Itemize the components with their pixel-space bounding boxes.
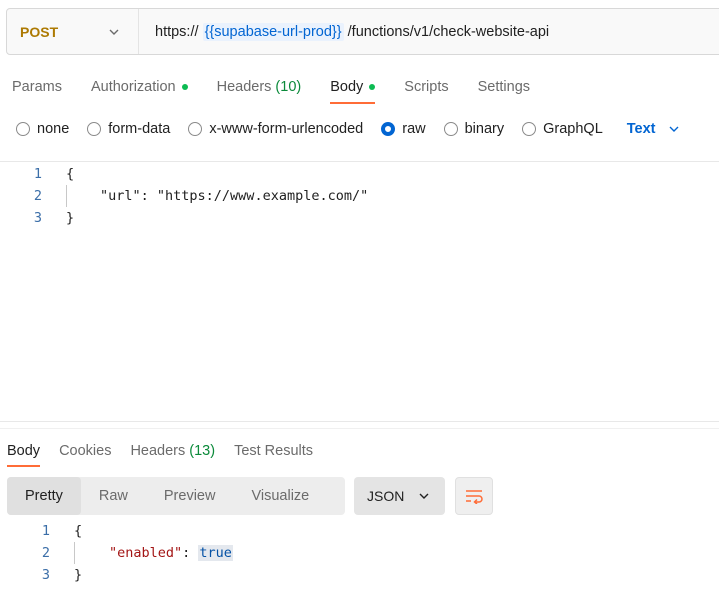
code-text: "url": "https://www.example.com/" xyxy=(100,188,368,204)
radio-graphql[interactable]: GraphQL xyxy=(522,121,603,137)
json-key: "url" xyxy=(100,188,141,204)
indent-guide xyxy=(74,542,75,564)
json-separator: : xyxy=(182,545,199,561)
tab-params[interactable]: Params xyxy=(12,70,62,104)
url-variable[interactable]: {{supabase-url-prod}} xyxy=(202,22,344,41)
radio-circle-icon xyxy=(16,122,30,136)
radio-label: x-www-form-urlencoded xyxy=(209,121,364,137)
view-mode-toggle: Pretty Raw Preview Visualize xyxy=(7,477,345,515)
wrap-lines-icon xyxy=(466,490,483,504)
response-tabs: Body Cookies Headers (13) Test Results xyxy=(0,434,325,467)
line-number: 2 xyxy=(33,188,42,204)
tab-label: Headers xyxy=(216,79,272,95)
line-number: 1 xyxy=(41,523,50,539)
chevron-down-icon xyxy=(109,29,119,35)
divider xyxy=(0,428,719,429)
view-pretty-button[interactable]: Pretty xyxy=(7,477,81,515)
request-body-editor[interactable]: 1 { 2 "url": "https://www.example.com/" … xyxy=(0,163,719,229)
url-path: /functions/v1/check-website-api xyxy=(347,23,550,40)
radio-binary[interactable]: binary xyxy=(443,121,505,137)
code-text: "enabled": true xyxy=(109,545,233,561)
response-format-label: JSON xyxy=(367,488,405,504)
divider xyxy=(0,421,719,422)
tab-count: (13) xyxy=(189,442,216,459)
radio-raw[interactable]: raw xyxy=(381,121,426,137)
code-text: { xyxy=(66,166,75,182)
wrap-lines-button[interactable] xyxy=(455,477,493,515)
tab-label: Cookies xyxy=(59,442,112,459)
code-line: 1 { xyxy=(0,520,719,542)
tab-label: Authorization xyxy=(90,79,176,95)
tab-count: (10) xyxy=(275,79,302,95)
method-label: POST xyxy=(20,23,59,40)
request-tabs: Params Authorization Headers (10) Body Sc… xyxy=(0,70,547,106)
view-preview-button[interactable]: Preview xyxy=(146,477,234,515)
radio-label: raw xyxy=(402,121,426,137)
tab-settings[interactable]: Settings xyxy=(478,70,530,104)
body-type-radios: none form-data x-www-form-urlencoded raw… xyxy=(16,118,680,140)
indent-guide xyxy=(66,185,67,207)
chevron-down-icon xyxy=(669,126,679,132)
url-bar: POST https:// {{supabase-url-prod}} /fun… xyxy=(6,8,719,55)
view-visualize-button[interactable]: Visualize xyxy=(233,477,327,515)
tab-scripts[interactable]: Scripts xyxy=(404,70,448,104)
line-number: 3 xyxy=(33,210,42,226)
url-input[interactable]: https:// {{supabase-url-prod}} /function… xyxy=(139,22,550,41)
tab-cookies[interactable]: Cookies xyxy=(59,434,111,467)
raw-format-dropdown[interactable]: Text xyxy=(627,121,680,137)
tab-label: Headers xyxy=(130,442,186,459)
radio-circle-icon xyxy=(188,122,203,136)
code-line: 1 { xyxy=(0,163,719,185)
raw-format-label: Text xyxy=(626,121,656,137)
code-text: { xyxy=(74,523,83,539)
radio-urlencoded[interactable]: x-www-form-urlencoded xyxy=(188,121,363,137)
url-prefix: https:// xyxy=(155,23,199,40)
tab-label: Body xyxy=(330,79,364,95)
tab-body[interactable]: Body xyxy=(330,70,376,104)
radio-selected-icon xyxy=(381,122,396,136)
radio-label: binary xyxy=(464,121,505,137)
method-selector[interactable]: POST xyxy=(7,9,139,54)
code-line: 3 } xyxy=(0,207,719,229)
tab-label: Settings xyxy=(477,79,531,95)
line-number: 2 xyxy=(41,545,50,561)
code-text: } xyxy=(74,567,83,583)
chevron-down-icon xyxy=(419,493,429,499)
code-text: } xyxy=(66,210,75,226)
radio-circle-icon xyxy=(443,122,458,136)
radio-none[interactable]: none xyxy=(16,121,69,137)
tab-response-body[interactable]: Body xyxy=(7,434,41,467)
code-line: 3 } xyxy=(0,564,719,586)
radio-label: GraphQL xyxy=(543,121,603,137)
json-separator: : xyxy=(140,188,157,204)
tab-label: Body xyxy=(7,442,41,459)
json-key: "enabled" xyxy=(109,545,183,561)
radio-form-data[interactable]: form-data xyxy=(87,121,170,137)
tab-label: Params xyxy=(12,79,62,95)
status-dot-icon xyxy=(369,84,376,90)
radio-label: form-data xyxy=(108,121,171,137)
tab-headers[interactable]: Headers (10) xyxy=(217,70,302,104)
tab-authorization[interactable]: Authorization xyxy=(91,70,188,104)
json-value: true xyxy=(198,545,233,561)
line-number: 3 xyxy=(41,567,50,583)
radio-label: none xyxy=(37,121,70,137)
line-number: 1 xyxy=(33,166,42,182)
divider xyxy=(0,161,719,162)
view-raw-button[interactable]: Raw xyxy=(81,477,146,515)
code-line: 2 "url": "https://www.example.com/" xyxy=(0,185,719,207)
tab-response-headers[interactable]: Headers (13) xyxy=(130,434,215,467)
tab-label: Scripts xyxy=(404,79,449,95)
tab-test-results[interactable]: Test Results xyxy=(234,434,313,467)
tab-label: Test Results xyxy=(234,442,314,459)
response-format-dropdown[interactable]: JSON xyxy=(354,477,445,515)
status-dot-icon xyxy=(181,84,188,90)
radio-circle-icon xyxy=(87,122,102,136)
code-line: 2 "enabled": true xyxy=(0,542,719,564)
json-value: "https://www.example.com/" xyxy=(156,188,369,204)
response-body-viewer[interactable]: 1 { 2 "enabled": true 3 } xyxy=(0,520,719,586)
radio-circle-icon xyxy=(522,122,537,136)
